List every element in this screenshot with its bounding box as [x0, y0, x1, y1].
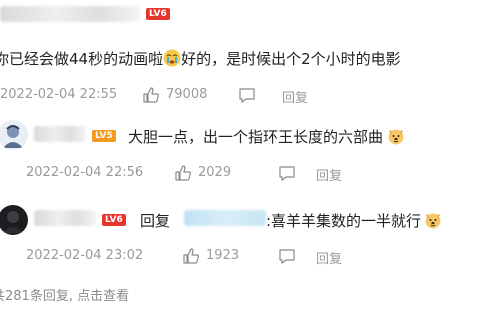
like-count: 2029 — [198, 165, 232, 180]
username-blurred[interactable] — [0, 6, 140, 22]
thumbs-up-icon[interactable] — [142, 86, 160, 104]
comment-icon[interactable] — [278, 164, 296, 182]
level-badge: LV6 — [102, 214, 126, 226]
comment-text: 你已经会做44秒的动画啦 好的，是时候出个2个小时的电影 — [0, 48, 401, 69]
level-badge: LV6 — [146, 8, 170, 20]
timestamp: 2022-02-04 23:02 — [26, 248, 144, 263]
timestamp: 2022-02-04 22:56 — [26, 165, 144, 180]
username-blurred[interactable] — [34, 210, 96, 226]
reply-prefix: 回复 — [140, 212, 171, 230]
thumbs-up-icon[interactable] — [174, 164, 192, 182]
username-blurred[interactable] — [34, 126, 86, 142]
avatar[interactable] — [0, 205, 28, 235]
reply-button[interactable]: 回复 — [316, 248, 342, 267]
comment-text-part: 好的，是时候出个2个小时的电影 — [181, 50, 401, 68]
reply-button[interactable]: 回复 — [282, 87, 308, 106]
avatar[interactable] — [0, 120, 28, 150]
mentioned-username-blurred[interactable] — [184, 210, 266, 226]
like-count: 1923 — [206, 248, 240, 263]
timestamp: 2022-02-04 22:55 — [0, 87, 118, 102]
dog-emoji-icon — [387, 127, 405, 145]
comment-icon[interactable] — [278, 247, 296, 265]
comment-text-part: :喜羊羊集数的一半就行 — [266, 212, 422, 230]
like-count: 79008 — [166, 87, 208, 102]
comment-text-part: 大胆一点，出一个指环王长度的六部曲 — [128, 128, 384, 146]
comment-text: 大胆一点，出一个指环王长度的六部曲 — [128, 126, 405, 147]
comment-text-part: 你已经会做44秒的动画啦 — [0, 50, 164, 68]
comment-text: :喜羊羊集数的一半就行 — [266, 210, 442, 231]
dog-emoji-icon — [424, 211, 442, 229]
thumbs-up-icon[interactable] — [182, 247, 200, 265]
comment-icon[interactable] — [238, 86, 256, 104]
level-badge: LV5 — [92, 130, 116, 142]
cry-emoji-icon — [163, 49, 181, 67]
view-all-replies-link[interactable]: 共281条回复, 点击查看 — [0, 285, 129, 304]
reply-button[interactable]: 回复 — [316, 165, 342, 184]
